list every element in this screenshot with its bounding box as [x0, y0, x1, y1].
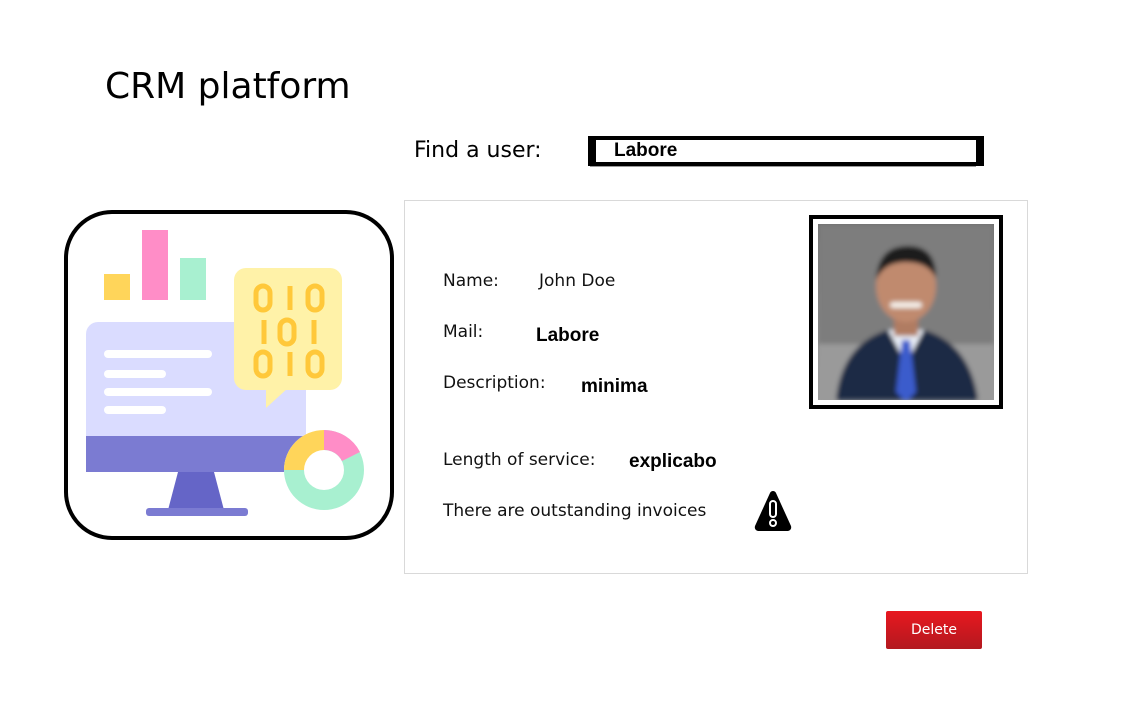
mail-label: Mail:: [443, 322, 484, 342]
monitor-stand: [168, 472, 224, 510]
invoice-notice: There are outstanding invoices: [443, 501, 707, 521]
page-title: CRM platform: [105, 66, 351, 107]
crm-illustration: [64, 210, 394, 540]
user-photo: [818, 224, 994, 400]
screen-line-2: [104, 370, 166, 378]
bar-mint: [180, 258, 206, 300]
photo-frame: [809, 215, 1003, 409]
user-photo-icon: [818, 224, 994, 400]
warning-icon: [754, 491, 792, 531]
name-value: John Doe: [539, 271, 616, 291]
description-value: minima: [581, 376, 648, 397]
bar-yellow: [104, 274, 130, 300]
search-underline: [590, 166, 976, 167]
bar-pink: [142, 230, 168, 300]
delete-button[interactable]: Delete: [886, 611, 982, 649]
screen-line-3: [104, 388, 212, 396]
description-label: Description:: [443, 373, 546, 393]
mail-value: Labore: [536, 325, 600, 346]
service-label: Length of service:: [443, 450, 596, 470]
search-input[interactable]: [596, 140, 976, 162]
find-user-label: Find a user:: [414, 138, 542, 163]
search-field[interactable]: [588, 136, 984, 166]
user-card: Name: John Doe Mail: Labore Description:…: [404, 200, 1028, 574]
service-value: explicabo: [629, 451, 717, 472]
crm-dashboard-illustration-icon: [86, 230, 364, 516]
name-label: Name:: [443, 271, 499, 291]
screen-line-4: [104, 406, 166, 414]
monitor-bezel-corners: [86, 436, 306, 472]
monitor-base: [146, 508, 248, 516]
screen-line-1: [104, 350, 212, 358]
